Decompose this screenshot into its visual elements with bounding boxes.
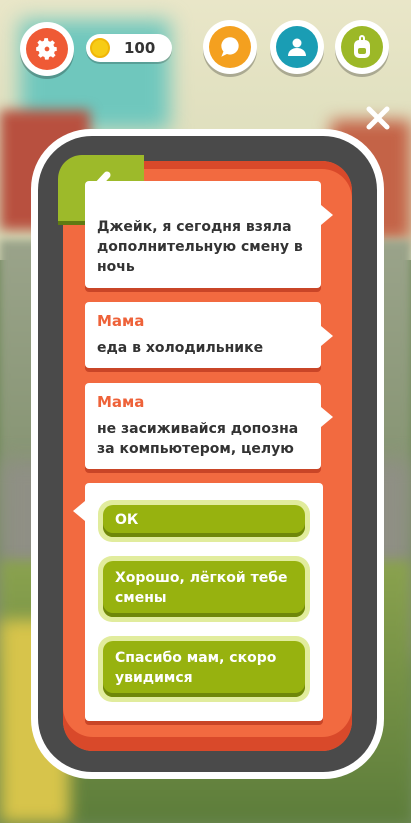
backpack-icon	[354, 35, 370, 58]
message-sender: Мама	[97, 393, 145, 411]
message-bubble: Мама не засиживайся допозна за компьютер…	[85, 383, 333, 469]
coin-value: 100	[124, 39, 156, 57]
reply-option-good-shift[interactable]: Хорошо, лёгкой тебе смены	[98, 556, 310, 622]
profile-button[interactable]	[270, 20, 324, 74]
chat-bubble-icon	[221, 37, 239, 57]
close-icon[interactable]	[364, 104, 392, 132]
backpack-button[interactable]	[335, 20, 389, 74]
reply-label[interactable]: Хорошо, лёгкой тебе смены	[103, 561, 305, 617]
message-sender: Мама	[97, 312, 145, 330]
message-text: Джейк, я сегодня взяла дополнительную см…	[97, 219, 303, 275]
coin-counter: 100	[86, 34, 172, 62]
chat-button[interactable]	[203, 20, 257, 74]
message-text: не засиживайся допозна за компьютером, ц…	[97, 421, 299, 457]
reply-options-panel: ОК Хорошо, лёгкой тебе смены Спасибо мам…	[73, 483, 323, 721]
message-text: еда в холодильнике	[97, 340, 264, 356]
person-icon	[288, 38, 306, 56]
reply-label[interactable]: Спасибо мам, скоро увидимся	[103, 641, 305, 697]
coin-icon	[90, 38, 110, 58]
reply-option-thanks-mom[interactable]: Спасибо мам, скоро увидимся	[98, 636, 310, 702]
message-bubble: Джейк, я сегодня взяла дополнительную см…	[85, 181, 333, 288]
settings-button[interactable]	[20, 22, 74, 76]
reply-label[interactable]: ОК	[103, 505, 305, 537]
gear-icon	[36, 38, 58, 60]
message-bubble: Мама еда в холодильнике	[85, 302, 333, 368]
reply-option-ok[interactable]: ОК	[98, 500, 310, 542]
